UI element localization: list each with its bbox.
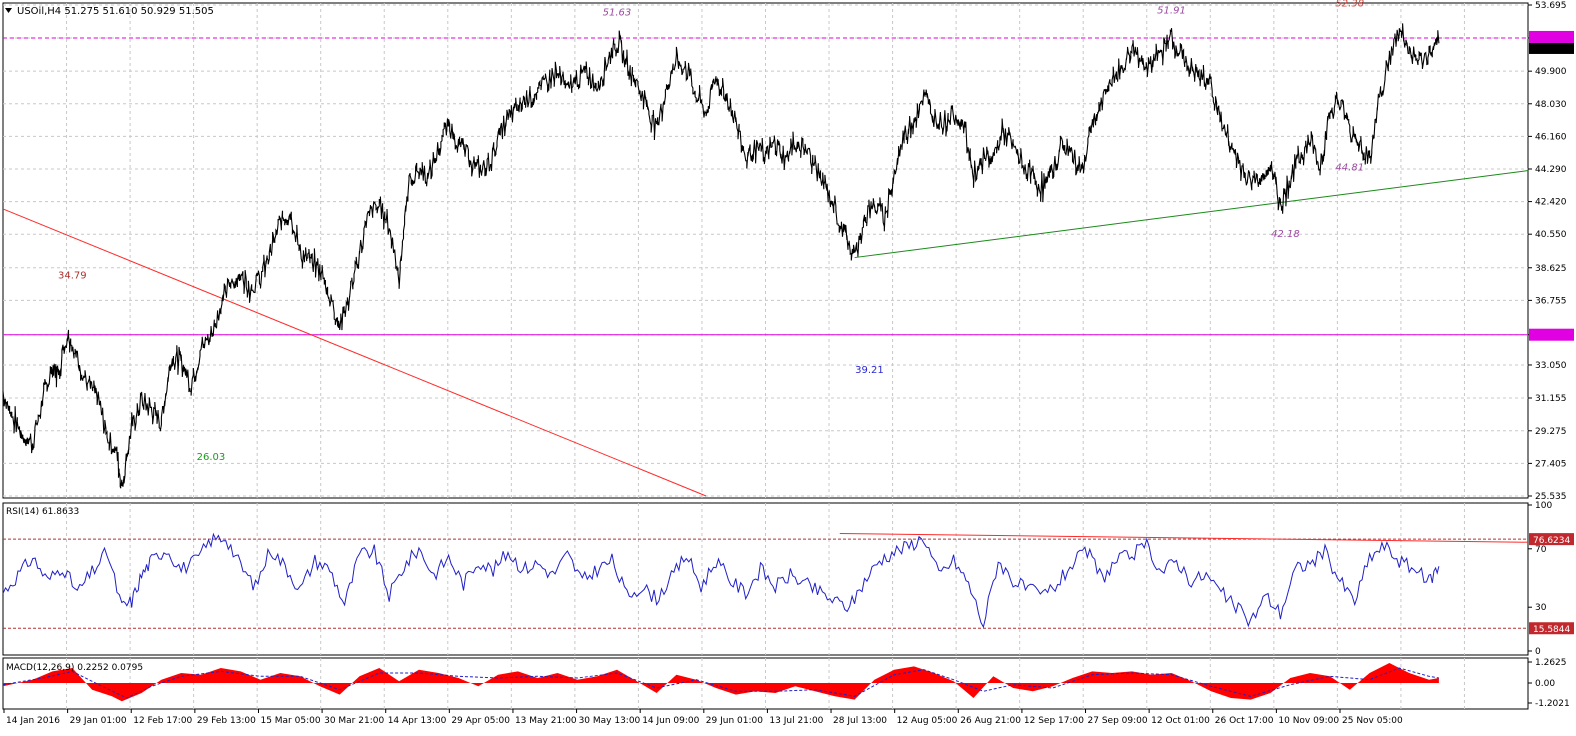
macd-tick-label: 1.2625: [1535, 658, 1567, 668]
price-pane[interactable]: 51.63 51.91 52.38 34.79 26.03 39.21 44.81 42.18: [2, 0, 1529, 497]
time-axis[interactable]: 14 Jan 2016 29 Jan 01:00 12 Feb 17:00 29 Fe…: [3, 709, 1403, 726]
time-tick-label: 14 Apr 13:00: [388, 716, 447, 726]
price-annotation: 51.63: [603, 7, 632, 18]
price-tick-label: 53.695: [1535, 1, 1567, 11]
rsi-level-label: 15.5844: [1533, 625, 1570, 635]
price-tick-label: 40.550: [1535, 230, 1567, 240]
time-tick-label: 10 Nov 09:00: [1278, 716, 1339, 726]
chart-canvas[interactable]: 51.63 51.91 52.38 34.79 26.03 39.21 44.81 42.18…: [0, 0, 1576, 733]
price-tick-label: 31.155: [1535, 394, 1567, 404]
symbol-header: USOil,H4 51.275 51.610 50.929 51.505: [17, 6, 214, 17]
price-tick-label: 48.030: [1535, 100, 1567, 110]
price-tick-label: 36.755: [1535, 296, 1567, 306]
time-tick-label: 12 Feb 17:00: [133, 716, 192, 726]
rsi-header: RSI(14) 61.8633: [6, 507, 79, 517]
time-tick-label: 28 Jul 13:00: [833, 716, 887, 726]
time-tick-label: 27 Sep 09:00: [1088, 716, 1148, 726]
macd-tick-label: -1.2021: [1535, 699, 1570, 709]
macd-header: MACD(12,26,9) 0.2252 0.0795: [6, 663, 143, 673]
price-tick-label: 33.050: [1535, 361, 1567, 371]
price-annotation: 39.21: [855, 365, 884, 376]
price-annotation: 26.03: [197, 452, 226, 463]
price-tick-label: 46.160: [1535, 132, 1567, 142]
price-tick-label: 29.275: [1535, 427, 1567, 437]
rsi-tick-label: 70: [1535, 545, 1547, 555]
rsi-series[interactable]: [2, 532, 1440, 629]
time-tick-label: 30 Mar 21:00: [324, 716, 384, 726]
price-annotation: 52.38: [1335, 0, 1364, 10]
lower-level-price-box: [1529, 328, 1574, 341]
current-price-box: [1529, 42, 1574, 54]
time-tick-label: 29 Jan 01:00: [70, 716, 127, 726]
time-tick-label: 29 Jun 01:00: [706, 716, 763, 726]
trading-chart[interactable]: 51.63 51.91 52.38 34.79 26.03 39.21 44.81 42.18…: [0, 0, 1576, 733]
triangle-down-icon[interactable]: [5, 8, 12, 13]
indicator-headers: USOil,H4 51.275 51.610 50.929 51.505 RSI…: [5, 6, 214, 673]
price-annotation: 51.91: [1157, 6, 1186, 17]
price-annotation: 34.79: [58, 271, 87, 282]
price-tick-label: 38.625: [1535, 264, 1567, 274]
time-tick-label: 30 May 13:00: [579, 716, 641, 726]
rsi-tick-label: 100: [1535, 501, 1552, 511]
time-tick-label: 26 Oct 17:00: [1215, 716, 1274, 726]
time-tick-label: 13 Jul 21:00: [769, 716, 823, 726]
time-tick-label: 12 Sep 17:00: [1024, 716, 1084, 726]
price-tick-label: 44.290: [1535, 165, 1567, 175]
macd-tick-label: 0.00: [1535, 679, 1555, 689]
price-tick-label: 49.900: [1535, 67, 1567, 77]
time-tick-label: 26 Aug 21:00: [960, 716, 1021, 726]
rsi-trend-line[interactable]: [839, 532, 1529, 543]
price-tick-label: 27.405: [1535, 459, 1567, 469]
upper-level-price-box: [1529, 30, 1574, 43]
trend-line[interactable]: [2, 208, 707, 497]
price-annotation: 44.81: [1335, 163, 1364, 174]
rsi-tick-label: 30: [1535, 603, 1547, 613]
time-tick-label: 12 Oct 01:00: [1151, 716, 1210, 726]
time-tick-label: 14 Jan 2016: [6, 716, 60, 726]
macd-histogram[interactable]: [3, 663, 1439, 702]
time-tick-label: 15 Mar 05:00: [260, 716, 320, 726]
price-axis[interactable]: 53.69551.80549.90048.03046.16044.29042.4…: [1528, 1, 1574, 709]
time-tick-label: 25 Nov 05:00: [1342, 716, 1403, 726]
price-tick-label: 42.420: [1535, 198, 1567, 208]
price-annotation: 42.18: [1271, 229, 1300, 240]
time-tick-label: 29 Feb 13:00: [197, 716, 256, 726]
price-series[interactable]: [2, 23, 1440, 489]
time-tick-label: 12 Aug 05:00: [897, 716, 958, 726]
time-tick-label: 13 May 21:00: [515, 716, 577, 726]
rsi-tick-label: 0: [1535, 647, 1541, 657]
macd-pane[interactable]: [2, 663, 1439, 702]
grid: [2, 2, 1529, 710]
time-tick-label: 14 Jun 09:00: [642, 716, 699, 726]
time-tick-label: 29 Apr 05:00: [451, 716, 510, 726]
